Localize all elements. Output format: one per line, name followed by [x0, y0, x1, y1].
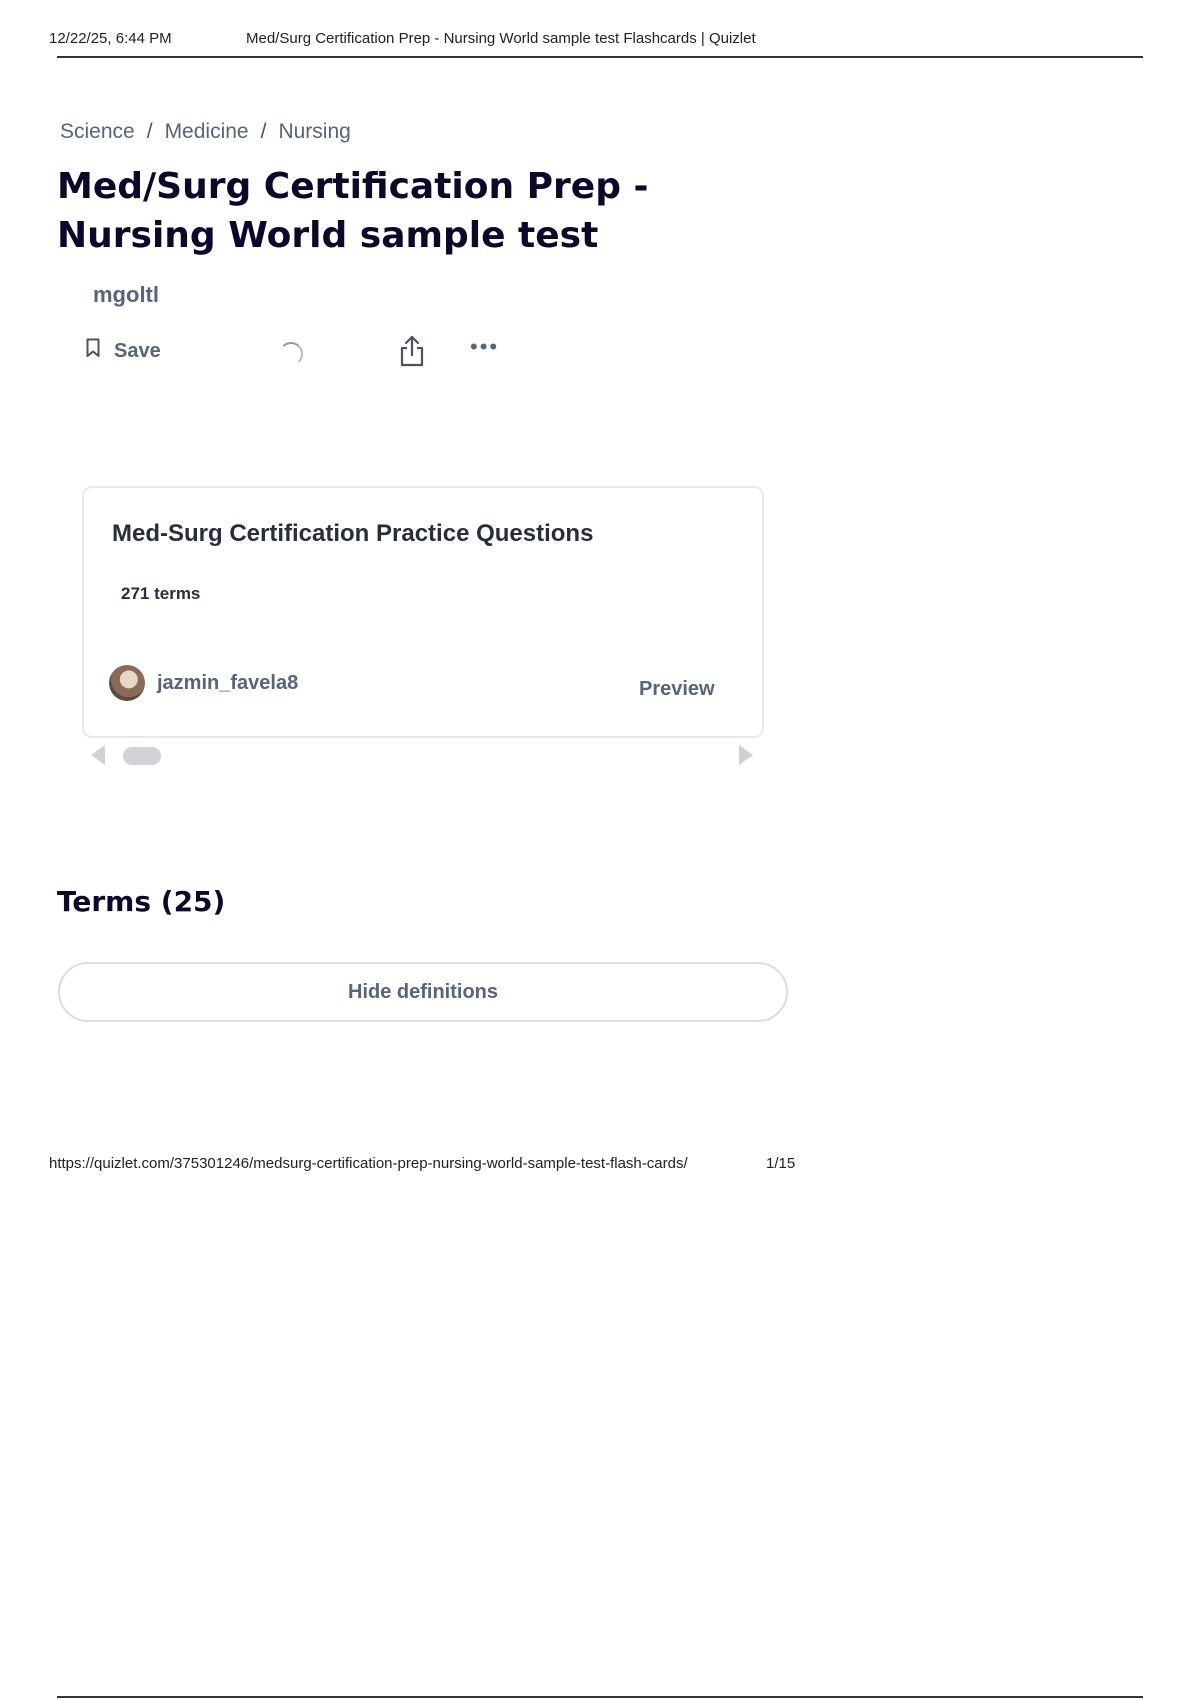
- scroll-right-icon[interactable]: [739, 745, 753, 765]
- avatar: [109, 665, 145, 701]
- scrollbar-thumb[interactable]: [123, 747, 161, 765]
- bookmark-icon: [86, 338, 100, 364]
- page-title: Med/Surg Certification Prep - Nursing Wo…: [57, 166, 649, 256]
- loading-spinner-icon: [279, 342, 303, 366]
- share-icon: [398, 335, 426, 372]
- footer-divider: [57, 1696, 1143, 1698]
- terms-heading: Terms (25): [57, 885, 226, 918]
- hide-definitions-button[interactable]: Hide definitions: [58, 962, 788, 1022]
- share-button[interactable]: [398, 334, 426, 373]
- print-header-datetime: 12/22/25, 6:44 PM: [49, 30, 172, 47]
- breadcrumb-medicine[interactable]: Medicine: [165, 120, 249, 144]
- save-button[interactable]: Save: [86, 338, 161, 364]
- breadcrumb-science[interactable]: Science: [60, 120, 135, 144]
- breadcrumb-separator: /: [146, 120, 153, 143]
- breadcrumb: Science / Medicine / Nursing: [60, 120, 351, 144]
- more-options-button[interactable]: •••: [470, 334, 499, 360]
- card-title: Med-Surg Certification Practice Question…: [112, 520, 594, 547]
- action-bar: Save •••: [86, 334, 516, 374]
- card-username[interactable]: jazmin_favela8: [157, 672, 298, 695]
- more-icon: •••: [470, 334, 500, 359]
- save-label: Save: [114, 339, 161, 362]
- header-divider: [57, 56, 1143, 58]
- scroll-left-icon[interactable]: [91, 745, 105, 765]
- breadcrumb-separator: /: [260, 120, 267, 143]
- card-terms-count: 271 terms: [121, 584, 201, 603]
- author-link[interactable]: mgoltl: [93, 282, 159, 308]
- print-footer-url: https://quizlet.com/375301246/medsurg-ce…: [49, 1155, 688, 1172]
- breadcrumb-nursing[interactable]: Nursing: [278, 120, 350, 144]
- related-set-card[interactable]: Med-Surg Certification Practice Question…: [82, 486, 764, 738]
- print-footer-page: 1/15: [766, 1155, 796, 1172]
- print-header-title: Med/Surg Certification Prep - Nursing Wo…: [246, 30, 756, 47]
- preview-button[interactable]: Preview: [639, 678, 715, 701]
